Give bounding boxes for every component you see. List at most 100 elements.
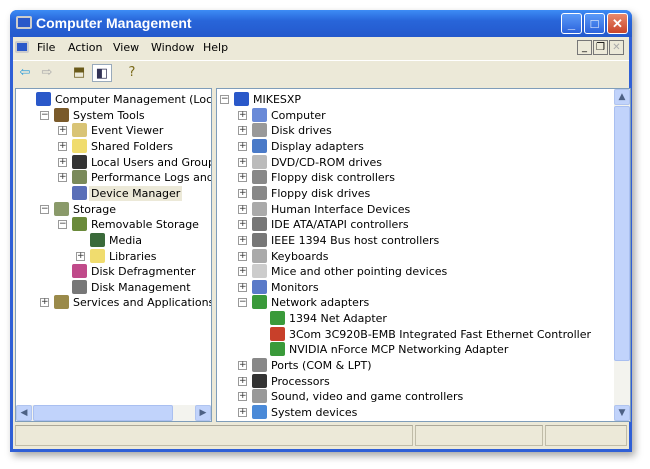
- expand-toggle[interactable]: +: [238, 141, 247, 151]
- expand-toggle[interactable]: +: [238, 267, 247, 277]
- mice-and-other-pointing-devices-icon: [252, 264, 267, 279]
- child-close-button[interactable]: ✕: [609, 40, 624, 55]
- expand-toggle[interactable]: +: [238, 173, 247, 183]
- up-one-level-icon[interactable]: ⬒: [69, 64, 89, 82]
- forward-icon[interactable]: ⇨: [37, 64, 57, 82]
- expand-toggle[interactable]: +: [238, 220, 247, 230]
- tree-item-floppy-disk-controllers[interactable]: + Floppy disk controllers: [217, 170, 630, 185]
- tree-item-disk-defragmenter[interactable]: Disk Defragmenter: [16, 264, 211, 279]
- tree-item-libraries[interactable]: + Libraries: [16, 248, 211, 264]
- expand-toggle[interactable]: +: [238, 235, 247, 245]
- tree-item-keyboards[interactable]: + Keyboards: [217, 248, 630, 264]
- expand-toggle[interactable]: +: [76, 251, 85, 261]
- tree-item-1394-net-adapter[interactable]: 1394 Net Adapter: [217, 311, 630, 326]
- tree-item-floppy-disk-drives[interactable]: + Floppy disk drives: [217, 185, 630, 201]
- tree-item-media[interactable]: Media: [16, 232, 211, 248]
- vertical-scrollbar[interactable]: ▲ ▼: [614, 89, 630, 421]
- expand-toggle[interactable]: +: [58, 141, 67, 151]
- tree-item-nvidia-nforce-mcp-networking-adapter[interactable]: NVIDIA nForce MCP Networking Adapter: [217, 342, 630, 357]
- tree-item-network-adapters[interactable]: − Network adapters: [217, 295, 630, 310]
- menu-window[interactable]: Window: [151, 41, 194, 54]
- tree-item-label: Monitors: [271, 280, 319, 294]
- tree-item-label: Device Manager: [89, 185, 183, 201]
- expand-toggle[interactable]: +: [238, 157, 247, 167]
- expand-toggle[interactable]: +: [58, 126, 67, 136]
- tree-item-ide-ata-atapi-controllers[interactable]: + IDE ATA/ATAPI controllers: [217, 217, 630, 232]
- scroll-right-button[interactable]: ▶: [195, 405, 211, 421]
- child-minimize-button[interactable]: _: [577, 40, 592, 55]
- tree-item-label: Disk drives: [271, 124, 332, 138]
- tree-item-computer-management-local[interactable]: Computer Management (Local): [16, 92, 211, 107]
- expand-toggle[interactable]: +: [238, 188, 247, 198]
- tree-item-mikesxp[interactable]: − MIKESXP: [217, 92, 630, 107]
- disk-defragmenter-icon: [72, 264, 87, 279]
- shared-folders-icon: [72, 138, 87, 153]
- expand-toggle[interactable]: +: [238, 376, 247, 386]
- device-manager-icon: [72, 185, 87, 200]
- expand-toggle[interactable]: +: [238, 361, 247, 371]
- tree-item-human-interface-devices[interactable]: + Human Interface Devices: [217, 201, 630, 217]
- scroll-left-button[interactable]: ◀: [16, 405, 32, 421]
- tree-item-dvd-cd-rom-drives[interactable]: + DVD/CD-ROM drives: [217, 154, 630, 170]
- expand-toggle[interactable]: +: [238, 251, 247, 261]
- title-bar[interactable]: Computer Management _ □ ✕: [10, 10, 632, 37]
- close-button[interactable]: ✕: [607, 13, 628, 34]
- expand-toggle[interactable]: +: [238, 204, 247, 214]
- tree-item-ieee-1394-bus-host-controllers[interactable]: + IEEE 1394 Bus host controllers: [217, 232, 630, 248]
- tree-item-performance-logs-and-alerts[interactable]: + Performance Logs and Alerts: [16, 170, 211, 185]
- tree-item-system-devices[interactable]: + System devices: [217, 405, 630, 420]
- expand-toggle[interactable]: +: [238, 126, 247, 136]
- tree-item-device-manager[interactable]: Device Manager: [16, 185, 211, 201]
- tree-item-local-users-and-groups[interactable]: + Local Users and Groups: [16, 154, 211, 170]
- menu-bar: File Action View Window Help _ ❐ ✕: [13, 38, 629, 58]
- tree-item-label: Human Interface Devices: [271, 202, 411, 216]
- maximize-button[interactable]: □: [584, 13, 605, 34]
- tree-item-storage[interactable]: − Storage: [16, 201, 211, 217]
- tree-item-removable-storage[interactable]: − Removable Storage: [16, 217, 211, 232]
- expand-toggle[interactable]: +: [40, 298, 49, 308]
- collapse-toggle[interactable]: −: [40, 204, 49, 214]
- tree-item-system-tools[interactable]: − System Tools: [16, 107, 211, 123]
- horizontal-scrollbar[interactable]: ◀ ▶: [16, 405, 211, 421]
- tree-item-3com-3c920b-emb-integrated-fast-ethernet-controller[interactable]: 3Com 3C920B-EMB Integrated Fast Ethernet…: [217, 326, 630, 342]
- collapse-toggle[interactable]: −: [58, 220, 67, 230]
- scroll-thumb[interactable]: [614, 106, 630, 361]
- collapse-toggle[interactable]: −: [220, 95, 229, 104]
- expand-toggle[interactable]: +: [58, 157, 67, 167]
- expand-toggle[interactable]: +: [238, 392, 247, 402]
- collapse-toggle[interactable]: −: [238, 298, 247, 308]
- expand-toggle[interactable]: +: [238, 110, 247, 120]
- minimize-button[interactable]: _: [561, 13, 582, 34]
- tree-item-monitors[interactable]: + Monitors: [217, 279, 630, 295]
- tree-item-services-and-applications[interactable]: + Services and Applications: [16, 295, 211, 310]
- help-icon[interactable]: ?: [122, 64, 142, 82]
- scroll-up-button[interactable]: ▲: [614, 89, 630, 105]
- tree-item-disk-management[interactable]: Disk Management: [16, 279, 211, 295]
- child-restore-button[interactable]: ❐: [593, 40, 608, 55]
- menu-view[interactable]: View: [113, 41, 139, 54]
- tree-item-sound-video-and-game-controllers[interactable]: + Sound, video and game controllers: [217, 389, 630, 404]
- scroll-down-button[interactable]: ▼: [614, 405, 630, 421]
- tree-item-shared-folders[interactable]: + Shared Folders: [16, 138, 211, 154]
- expand-toggle[interactable]: +: [58, 173, 67, 183]
- show-hide-console-tree-icon[interactable]: ◧: [92, 64, 112, 82]
- menu-action[interactable]: Action: [68, 41, 102, 54]
- mmc-icon[interactable]: [15, 41, 29, 53]
- tree-item-mice-and-other-pointing-devices[interactable]: + Mice and other pointing devices: [217, 264, 630, 279]
- tree-item-event-viewer[interactable]: + Event Viewer: [16, 123, 211, 138]
- scroll-thumb[interactable]: [33, 405, 173, 421]
- tree-item-computer[interactable]: + Computer: [217, 107, 630, 123]
- menu-file[interactable]: File: [37, 41, 55, 54]
- tree-item-disk-drives[interactable]: + Disk drives: [217, 123, 630, 138]
- tree-item-display-adapters[interactable]: + Display adapters: [217, 138, 630, 154]
- performance-logs-and-alerts-icon: [72, 170, 87, 185]
- expand-toggle[interactable]: +: [238, 282, 247, 292]
- collapse-toggle[interactable]: −: [40, 110, 49, 120]
- tree-item-processors[interactable]: + Processors: [217, 373, 630, 389]
- menu-help[interactable]: Help: [203, 41, 228, 54]
- tree-item-ports-com-lpt[interactable]: + Ports (COM & LPT): [217, 358, 630, 373]
- back-icon[interactable]: ⇦: [15, 64, 35, 82]
- tree-item-label: System devices: [271, 406, 358, 419]
- expand-toggle[interactable]: +: [238, 408, 247, 417]
- computer-management-local-icon: [36, 92, 51, 106]
